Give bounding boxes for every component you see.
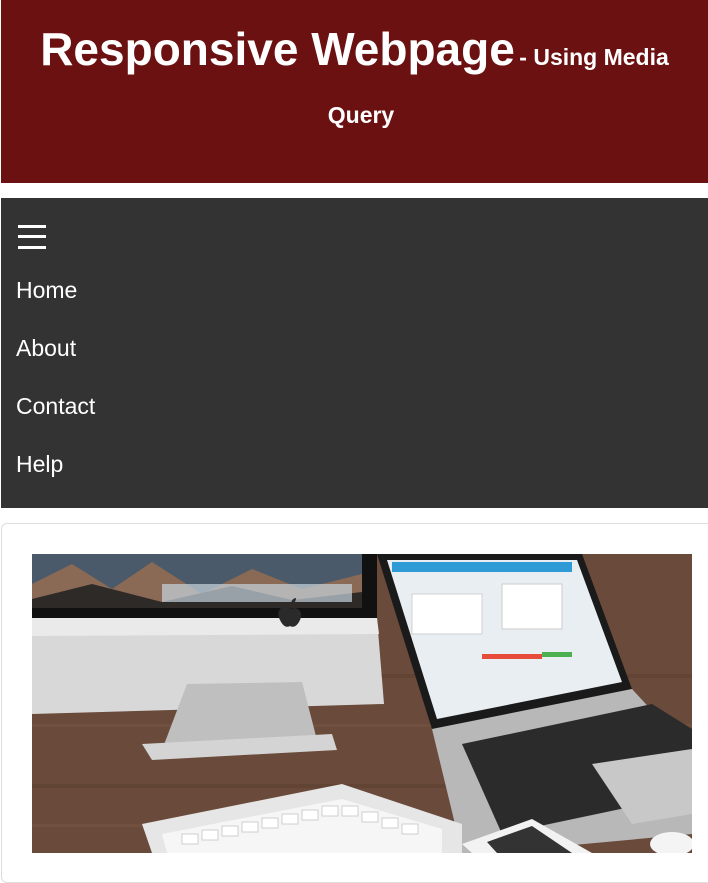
page-subtitle-continued: Query <box>327 102 395 128</box>
nav-item-home[interactable]: Home <box>16 276 77 304</box>
header-title-line: Responsive Webpage - Using Media <box>1 22 708 76</box>
nav-item-contact[interactable]: Contact <box>16 392 95 420</box>
page-title: Responsive Webpage <box>40 23 515 75</box>
nav-item-help[interactable]: Help <box>16 450 63 478</box>
page-subtitle: - Using Media <box>519 44 669 70</box>
hamburger-menu-icon[interactable] <box>17 222 47 252</box>
nav-item-about[interactable]: About <box>16 334 76 362</box>
desk-computers-photo <box>32 554 692 853</box>
page-header: Responsive Webpage - Using Media Query <box>1 0 708 183</box>
nav-bar: Home About Contact Help <box>1 198 708 508</box>
